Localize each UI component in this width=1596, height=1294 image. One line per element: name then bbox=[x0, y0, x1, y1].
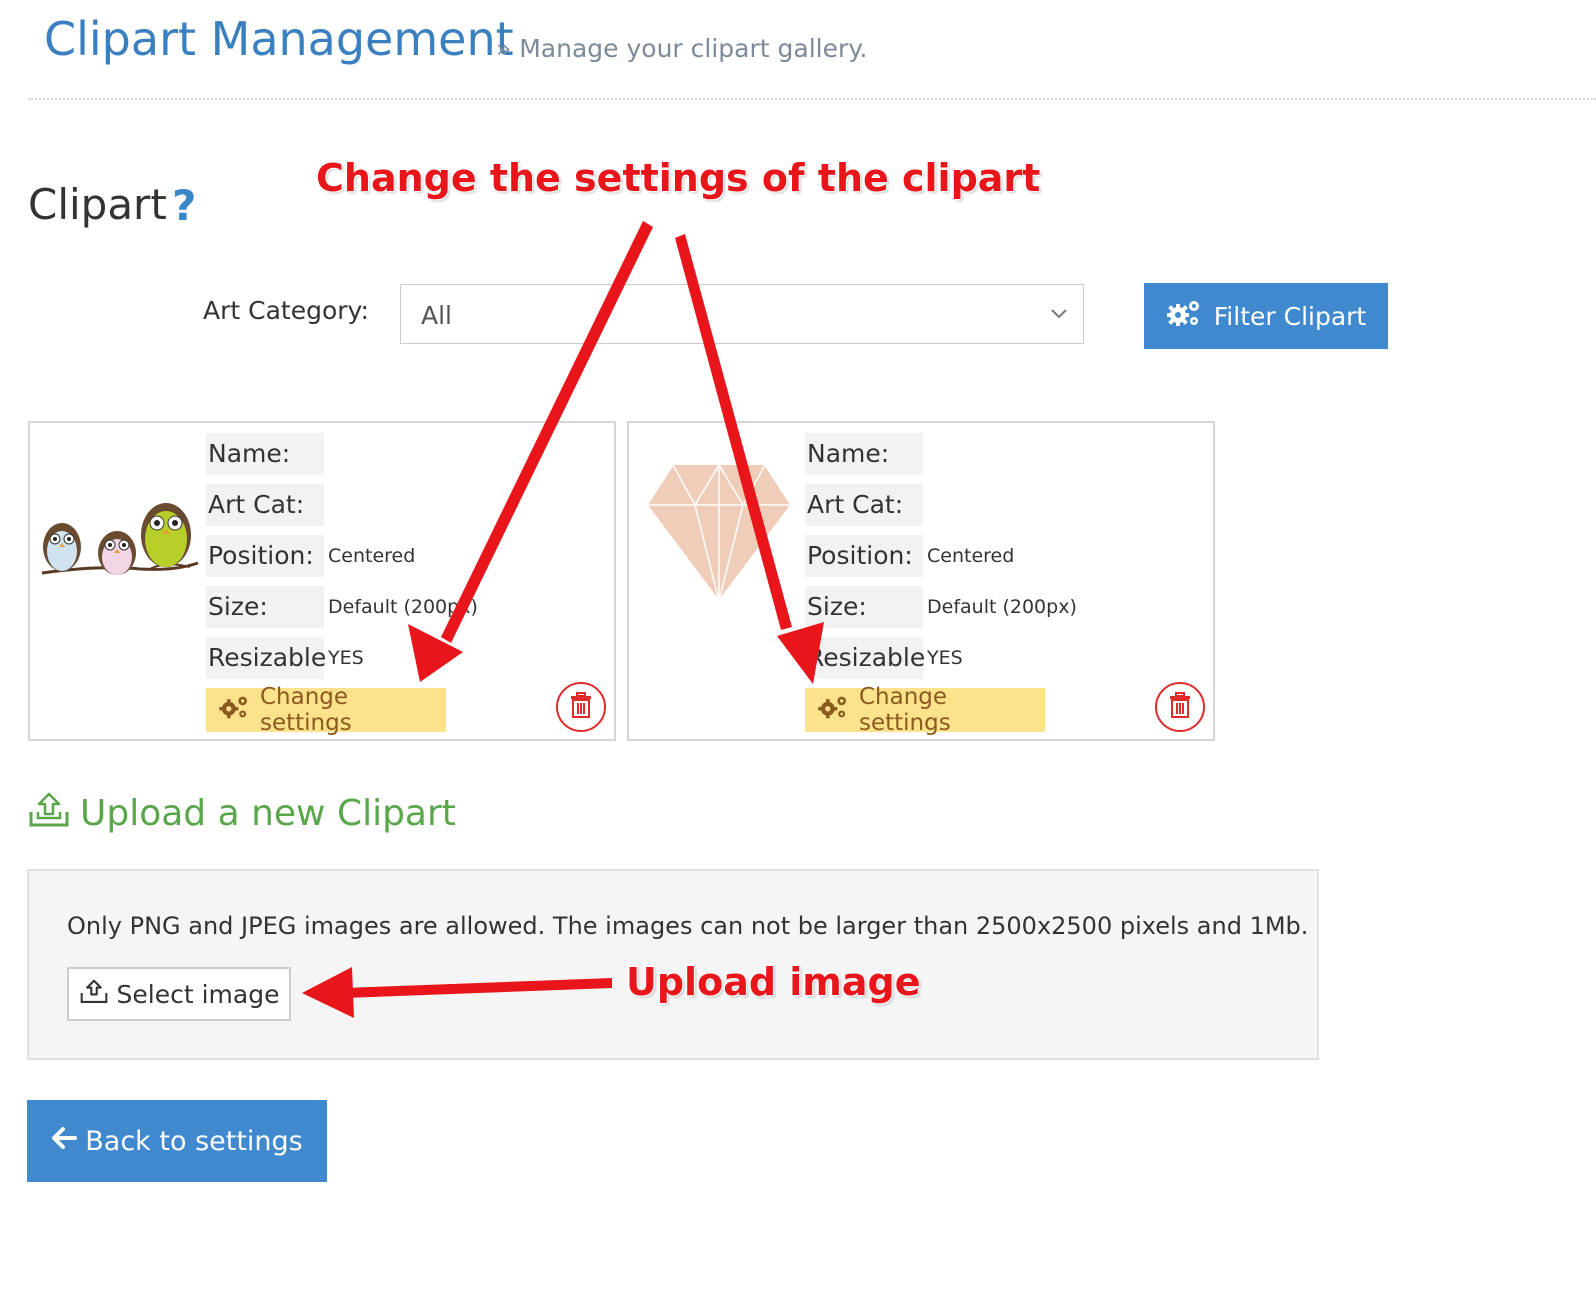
art-category-selected: All bbox=[421, 301, 452, 330]
size-value: Default (200px) bbox=[927, 596, 1077, 618]
resizable-value: YES bbox=[927, 647, 963, 669]
trash-icon bbox=[1168, 692, 1192, 722]
clipart-size-row: Size: Default (200px) bbox=[206, 586, 478, 628]
name-label: Name: bbox=[805, 433, 923, 475]
select-image-label: Select image bbox=[116, 979, 280, 1009]
clipart-name-row: Name: bbox=[805, 433, 927, 475]
clipart-resizable-row: Resizable YES bbox=[805, 637, 963, 679]
clipart-position-row: Position: Centered bbox=[206, 535, 415, 577]
change-settings-button[interactable]: Change settings bbox=[805, 684, 1045, 736]
select-image-button[interactable]: Select image bbox=[67, 967, 291, 1021]
arrow-left-icon bbox=[51, 1126, 78, 1157]
chevron-down-icon bbox=[1049, 303, 1069, 327]
annotation-upload-note: Upload image bbox=[626, 960, 921, 1004]
resizable-label: Resizable bbox=[805, 637, 925, 679]
filter-clipart-label: Filter Clipart bbox=[1213, 301, 1367, 331]
header-divider bbox=[28, 98, 1596, 100]
page-subtitle: » Manage your clipart gallery. bbox=[496, 34, 868, 63]
clipart-size-row: Size: Default (200px) bbox=[805, 586, 1077, 628]
clipart-name-row: Name: bbox=[206, 433, 328, 475]
resizable-label: Resizable bbox=[206, 637, 326, 679]
clipart-card: Name: Art Cat: Position: Centered Size: … bbox=[627, 421, 1215, 741]
gears-icon bbox=[218, 694, 250, 726]
back-to-settings-button[interactable]: Back to settings bbox=[27, 1100, 327, 1182]
clipart-resizable-row: Resizable YES bbox=[206, 637, 364, 679]
trash-icon bbox=[569, 692, 593, 722]
name-label: Name: bbox=[206, 433, 324, 475]
art-category-select[interactable]: All bbox=[400, 284, 1084, 344]
upload-icon bbox=[28, 790, 70, 837]
position-label: Position: bbox=[206, 535, 324, 577]
back-to-settings-label: Back to settings bbox=[85, 1125, 303, 1157]
size-label: Size: bbox=[206, 586, 324, 628]
clipart-position-row: Position: Centered bbox=[805, 535, 1014, 577]
position-value: Centered bbox=[328, 545, 416, 567]
delete-clipart-button[interactable] bbox=[556, 682, 606, 732]
gears-icon bbox=[817, 694, 849, 726]
change-settings-label: Change settings bbox=[859, 684, 951, 736]
upload-icon bbox=[79, 978, 109, 1010]
upload-info-text: Only PNG and JPEG images are allowed. Th… bbox=[67, 912, 1309, 940]
clipart-artcat-row: Art Cat: bbox=[805, 484, 927, 526]
position-value: Centered bbox=[927, 545, 1015, 567]
size-value: Default (200px) bbox=[328, 596, 478, 618]
section-title: Clipart bbox=[28, 180, 167, 229]
clipart-artcat-row: Art Cat: bbox=[206, 484, 328, 526]
resizable-value: YES bbox=[328, 647, 364, 669]
position-label: Position: bbox=[805, 535, 923, 577]
size-label: Size: bbox=[805, 586, 923, 628]
help-icon[interactable]: ? bbox=[172, 181, 196, 230]
owls-image bbox=[40, 443, 200, 603]
change-settings-label: Change settings bbox=[260, 684, 352, 736]
change-settings-button[interactable]: Change settings bbox=[206, 684, 446, 736]
clipart-card: Name: Art Cat: Position: Centered Size: … bbox=[28, 421, 616, 741]
diamond-image bbox=[639, 443, 799, 603]
upload-section-title: Upload a new Clipart bbox=[28, 790, 456, 837]
annotation-settings-note: Change the settings of the clipart bbox=[316, 156, 1041, 200]
artcat-label: Art Cat: bbox=[805, 484, 923, 526]
delete-clipart-button[interactable] bbox=[1155, 682, 1205, 732]
page-title: Clipart Management bbox=[44, 12, 514, 66]
gears-icon bbox=[1166, 298, 1202, 334]
artcat-label: Art Cat: bbox=[206, 484, 324, 526]
upload-section-label: Upload a new Clipart bbox=[80, 793, 456, 834]
filter-clipart-button[interactable]: Filter Clipart bbox=[1144, 283, 1388, 349]
art-category-label: Art Category: bbox=[203, 296, 369, 325]
